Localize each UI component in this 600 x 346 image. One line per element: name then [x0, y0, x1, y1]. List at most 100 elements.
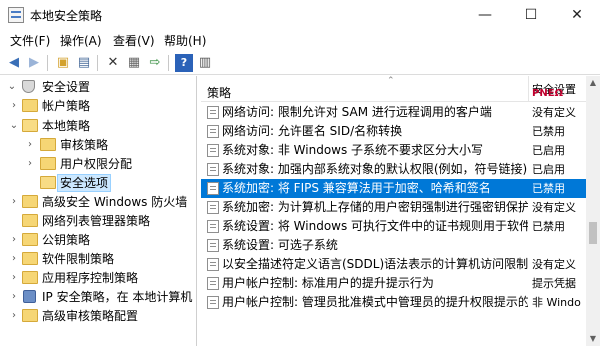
tree-item-label: 高级审核策略配置 [42, 309, 139, 323]
export-list-icon[interactable]: ⇨ [146, 54, 164, 72]
policy-row[interactable]: 网络访问: 限制允许对 SAM 进行远程调用的客户端 没有定义 [201, 103, 586, 122]
policy-row[interactable]: 系统设置: 可选子系统 [201, 236, 586, 255]
policy-name: 网络访问: 允许匿名 SID/名称转换 [222, 124, 403, 138]
folder-icon [22, 99, 38, 112]
show-hide-tree-icon[interactable]: ▤ [75, 54, 93, 72]
expand-chevron-icon[interactable]: › [24, 138, 36, 152]
policy-setting: 非 Windo [532, 296, 581, 309]
tree-item-label: 网络列表管理器策略 [42, 214, 151, 228]
expand-chevron-icon[interactable]: › [8, 195, 20, 209]
toolbar-separator [97, 55, 98, 71]
menu-view[interactable]: 查看(V) [111, 32, 157, 49]
tree-item-software-restriction[interactable]: › 软件限制策略 [0, 249, 196, 269]
tree-item-local-policies[interactable]: ⌄ 本地策略 [0, 116, 196, 136]
tree-item-security-settings[interactable]: ⌄ 安全设置 [0, 77, 196, 97]
policy-icon [207, 239, 219, 252]
policy-name: 系统设置: 可选子系统 [222, 238, 338, 252]
delete-icon[interactable]: ✕ [104, 54, 122, 72]
column-header-policy[interactable]: 策略 [207, 84, 231, 101]
policy-row[interactable]: 用户帐户控制: 管理员批准模式中管理员的提升权限提示的... 非 Windo [201, 293, 586, 312]
close-button[interactable]: ✕ [554, 0, 600, 30]
tree-item-application-control[interactable]: › 应用程序控制策略 [0, 268, 196, 288]
expand-chevron-icon[interactable]: ⌄ [6, 80, 18, 94]
tree-item-ip-security[interactable]: › IP 安全策略，在 本地计算机 [0, 287, 196, 307]
tree-item-label: IP 安全策略，在 本地计算机 [42, 290, 193, 304]
list-header: ⌃ 策略 安全设置 ΡΝΕΩ [201, 76, 600, 102]
policy-icon [207, 277, 219, 290]
policy-icon [207, 182, 219, 195]
expand-chevron-icon[interactable]: ⌄ [8, 119, 20, 133]
tree-item-firewall[interactable]: › 高级安全 Windows 防火墙 [0, 192, 196, 212]
expand-chevron-icon[interactable]: › [8, 252, 20, 266]
policy-list: ⌃ 策略 安全设置 ΡΝΕΩ 网络访问: 限制允许对 SAM 进行远程调用的客户… [201, 76, 600, 346]
tree-item-label: 应用程序控制策略 [42, 271, 139, 285]
help-topics-icon[interactable]: ▥ [196, 54, 214, 72]
tree-item-advanced-audit[interactable]: › 高级审核策略配置 [0, 306, 196, 326]
policy-icon [207, 220, 219, 233]
policy-row[interactable]: 系统加密: 为计算机上存储的用户密钥强制进行强密钥保护 没有定义 [201, 198, 586, 217]
policy-icon [207, 106, 219, 119]
policy-setting: 已启用 [532, 144, 565, 157]
sort-arrow-icon: ⌃ [387, 76, 395, 86]
tree-item-audit-policy[interactable]: › 审核策略 [0, 135, 196, 155]
tree-item-label: 安全设置 [42, 80, 91, 94]
policy-name: 系统加密: 将 FIPS 兼容算法用于加密、哈希和签名 [222, 181, 491, 195]
expand-chevron-icon[interactable]: › [8, 271, 20, 285]
policy-icon [207, 163, 219, 176]
policy-setting: 已禁用 [532, 220, 565, 233]
window-title: 本地安全策略 [30, 9, 103, 23]
policy-row[interactable]: 系统对象: 加强内部系统对象的默认权限(例如，符号链接) 已启用 [201, 160, 586, 179]
folder-icon [22, 195, 38, 208]
forward-arrow-icon[interactable]: ▶ [25, 54, 43, 72]
back-arrow-icon[interactable]: ◀ [5, 54, 23, 72]
toolbar-separator [47, 55, 48, 71]
policy-setting: 提示凭据 [532, 277, 576, 290]
scroll-up-arrow-icon[interactable]: ▲ [586, 76, 600, 90]
column-divider[interactable] [528, 76, 529, 102]
tree-item-label: 软件限制策略 [42, 252, 115, 266]
menu-action[interactable]: 操作(A) [58, 32, 104, 49]
tree-item-account-policies[interactable]: › 帐户策略 [0, 96, 196, 116]
expand-chevron-icon[interactable]: › [8, 290, 20, 304]
toolbar: ◀ ▶ ▣ ▤ ✕ ▦ ⇨ ? ▥ [0, 51, 600, 75]
tree-item-security-options[interactable]: 安全选项 [0, 173, 196, 193]
up-folder-icon[interactable]: ▣ [54, 54, 72, 72]
folder-icon [40, 157, 56, 170]
policy-row[interactable]: 以安全描述符定义语言(SDDL)语法表示的计算机访问限制 没有定义 [201, 255, 586, 274]
policy-row[interactable]: 系统对象: 非 Windows 子系统不要求区分大小写 已启用 [201, 141, 586, 160]
help-icon[interactable]: ? [175, 54, 193, 72]
policy-row[interactable]: 网络访问: 允许匿名 SID/名称转换 已禁用 [201, 122, 586, 141]
expand-chevron-icon[interactable]: › [8, 99, 20, 113]
menu-help[interactable]: 帮助(H) [162, 32, 208, 49]
expand-chevron-icon[interactable]: › [8, 233, 20, 247]
policy-icon [207, 125, 219, 138]
menu-file[interactable]: 文件(F) [8, 32, 52, 49]
properties-icon[interactable]: ▦ [125, 54, 143, 72]
maximize-button[interactable]: ☐ [508, 0, 554, 30]
policy-name: 系统对象: 非 Windows 子系统不要求区分大小写 [222, 143, 484, 157]
expand-chevron-icon[interactable]: › [8, 309, 20, 323]
folder-open-icon [40, 176, 56, 189]
scroll-down-arrow-icon[interactable]: ▼ [586, 332, 600, 346]
policy-row-selected[interactable]: 系统加密: 将 FIPS 兼容算法用于加密、哈希和签名 已禁用 [201, 179, 586, 198]
policy-name: 系统对象: 加强内部系统对象的默认权限(例如，符号链接) [222, 162, 528, 176]
tree-item-label: 帐户策略 [42, 99, 91, 113]
folder-icon [22, 214, 38, 227]
policy-name: 系统设置: 将 Windows 可执行文件中的证书规则用于软件... [222, 219, 528, 233]
policy-name: 用户帐户控制: 标准用户的提升提示行为 [222, 276, 434, 290]
policy-name: 用户帐户控制: 管理员批准模式中管理员的提升权限提示的... [222, 295, 528, 309]
scrollbar-thumb[interactable] [589, 222, 597, 244]
minimize-button[interactable]: — [462, 0, 508, 30]
tree-item-label: 安全选项 [56, 174, 112, 192]
expand-chevron-icon[interactable]: › [24, 157, 36, 171]
tree-item-user-rights[interactable]: › 用户权限分配 [0, 154, 196, 174]
tree-item-network-list-policies[interactable]: 网络列表管理器策略 [0, 211, 196, 231]
vertical-scrollbar[interactable]: ▲ ▼ [586, 76, 600, 346]
menu-bar: 文件(F) 操作(A) 查看(V) 帮助(H) [0, 30, 600, 51]
policy-row[interactable]: 系统设置: 将 Windows 可执行文件中的证书规则用于软件... 已禁用 [201, 217, 586, 236]
folder-open-icon [22, 119, 38, 132]
tree-item-public-key-policies[interactable]: › 公钥策略 [0, 230, 196, 250]
policy-row[interactable]: 用户帐户控制: 标准用户的提升提示行为 提示凭据 [201, 274, 586, 293]
tree-item-label: 高级安全 Windows 防火墙 [42, 195, 188, 209]
policy-setting: 已禁用 [532, 182, 565, 195]
